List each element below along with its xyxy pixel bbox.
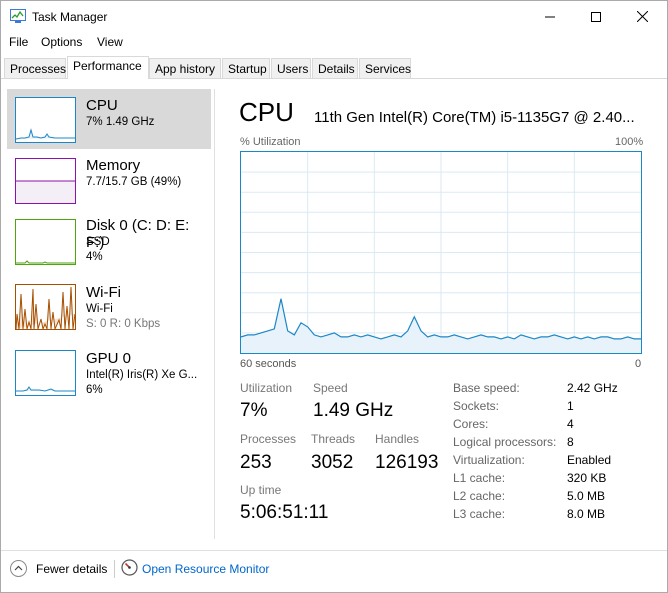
uptime-label: Up time bbox=[240, 483, 282, 497]
sidebar-wifi-name: Wi-Fi bbox=[86, 284, 121, 301]
sidebar-item-memory[interactable]: Memory 7.7/15.7 GB (49%) bbox=[7, 151, 211, 211]
sidebar-cpu-name: CPU bbox=[86, 97, 118, 114]
tab-users[interactable]: Users bbox=[271, 58, 311, 78]
fewer-details-button[interactable] bbox=[10, 560, 27, 577]
detail-label: L2 cache: bbox=[453, 489, 506, 503]
sidebar-memory-summary: 7.7/15.7 GB (49%) bbox=[86, 176, 182, 188]
speed-value: 1.49 GHz bbox=[313, 400, 394, 421]
tab-startup[interactable]: Startup bbox=[222, 58, 270, 78]
page-title: CPU bbox=[239, 97, 294, 127]
menu-bar: File Options View bbox=[1, 32, 667, 52]
threads-label: Threads bbox=[311, 432, 356, 446]
uptime-value: 5:06:51:11 bbox=[240, 502, 329, 523]
chevron-up-icon bbox=[14, 565, 23, 571]
detail-value: 320 KB bbox=[567, 471, 607, 485]
sidebar-gpu-name: GPU 0 bbox=[86, 350, 132, 367]
maximize-icon bbox=[591, 11, 601, 22]
task-manager-window: Task Manager File Options View Processes… bbox=[0, 0, 668, 593]
graph-time-zero-label: 0 bbox=[635, 358, 642, 370]
sidebar-item-cpu[interactable]: CPU 7% 1.49 GHz bbox=[7, 89, 211, 149]
memory-thumbnail-graph bbox=[15, 158, 76, 204]
handles-label: Handles bbox=[375, 432, 420, 446]
menu-file[interactable]: File bbox=[9, 35, 28, 49]
window-title: Task Manager bbox=[32, 10, 108, 24]
detail-label: Logical processors: bbox=[453, 435, 557, 449]
tab-processes[interactable]: Processes bbox=[4, 58, 66, 78]
detail-label: Cores: bbox=[453, 417, 489, 431]
detail-value: Enabled bbox=[567, 453, 612, 467]
sidebar-cpu-summary: 7% 1.49 GHz bbox=[86, 116, 155, 128]
wifi-thumbnail-graph bbox=[15, 284, 76, 330]
detail-label: L3 cache: bbox=[453, 507, 506, 521]
detail-label: Virtualization: bbox=[453, 453, 525, 467]
maximize-button[interactable] bbox=[573, 1, 619, 32]
resource-sidebar: CPU 7% 1.49 GHz Memory 7.7/15.7 GB (49%)… bbox=[7, 89, 211, 539]
footer-separator bbox=[114, 560, 115, 578]
close-icon bbox=[636, 11, 648, 22]
minimize-button[interactable] bbox=[527, 1, 573, 32]
detail-value: 4 bbox=[567, 417, 574, 431]
detail-label: Base speed: bbox=[453, 381, 520, 395]
processes-label: Processes bbox=[240, 432, 297, 446]
detail-value: 5.0 MB bbox=[567, 489, 606, 503]
tab-strip: Processes Performance App history Startu… bbox=[4, 56, 666, 79]
resource-monitor-icon bbox=[121, 559, 138, 576]
sidebar-gpu-usage: 6% bbox=[86, 384, 103, 396]
fewer-details-label[interactable]: Fewer details bbox=[36, 562, 107, 576]
menu-options[interactable]: Options bbox=[41, 35, 82, 49]
cpu-model-name: 11th Gen Intel(R) Core(TM) i5-1135G7 @ 2… bbox=[314, 109, 635, 126]
processes-value: 253 bbox=[240, 452, 272, 473]
open-resource-monitor-link[interactable]: Open Resource Monitor bbox=[142, 562, 269, 576]
menu-view[interactable]: View bbox=[97, 35, 123, 49]
detail-label: Sockets: bbox=[453, 399, 500, 413]
detail-value: 1 bbox=[567, 399, 574, 413]
utilization-max-label: 100% bbox=[615, 136, 644, 148]
gpu-thumbnail-graph bbox=[15, 350, 76, 396]
cpu-utilization-graph bbox=[240, 151, 642, 354]
footer-bar: Fewer details Open Resource Monitor bbox=[1, 551, 667, 593]
utilization-axis-label: % Utilization bbox=[240, 136, 301, 148]
sidebar-memory-name: Memory bbox=[86, 157, 141, 174]
graph-time-range-label: 60 seconds bbox=[240, 358, 297, 370]
tab-services[interactable]: Services bbox=[359, 58, 411, 78]
utilization-value: 7% bbox=[240, 400, 268, 421]
detail-value: 8 bbox=[567, 435, 574, 449]
title-bar: Task Manager bbox=[1, 1, 667, 32]
threads-value: 3052 bbox=[311, 452, 354, 473]
sidebar-wifi-adapter: Wi-Fi bbox=[86, 303, 113, 315]
utilization-label: Utilization bbox=[240, 381, 293, 395]
detail-label: L1 cache: bbox=[453, 471, 506, 485]
disk-thumbnail-graph bbox=[15, 219, 76, 265]
sidebar-disk-type: SSD bbox=[86, 236, 110, 248]
minimize-icon bbox=[545, 16, 555, 17]
sidebar-wifi-throughput: S: 0 R: 0 Kbps bbox=[86, 318, 161, 330]
sidebar-divider bbox=[214, 89, 215, 539]
detail-value: 2.42 GHz bbox=[567, 381, 618, 395]
detail-value: 8.0 MB bbox=[567, 507, 606, 521]
sidebar-gpu-model: Intel(R) Iris(R) Xe G... bbox=[86, 369, 198, 381]
sidebar-item-gpu[interactable]: GPU 0 Intel(R) Iris(R) Xe G... 6% bbox=[7, 341, 211, 401]
sidebar-item-wifi[interactable]: Wi-Fi Wi-Fi S: 0 R: 0 Kbps bbox=[7, 275, 211, 335]
sidebar-item-disk[interactable]: Disk 0 (C: D: E: F:) SSD 4% bbox=[7, 211, 211, 271]
task-manager-icon bbox=[10, 9, 26, 23]
handles-value: 126193 bbox=[375, 452, 439, 473]
speed-label: Speed bbox=[313, 381, 348, 395]
cpu-thumbnail-graph bbox=[15, 97, 76, 143]
tab-performance[interactable]: Performance bbox=[67, 56, 149, 79]
sidebar-disk-usage: 4% bbox=[86, 251, 103, 263]
close-button[interactable] bbox=[619, 1, 665, 32]
tab-details[interactable]: Details bbox=[312, 58, 358, 78]
tab-app-history[interactable]: App history bbox=[149, 58, 221, 78]
